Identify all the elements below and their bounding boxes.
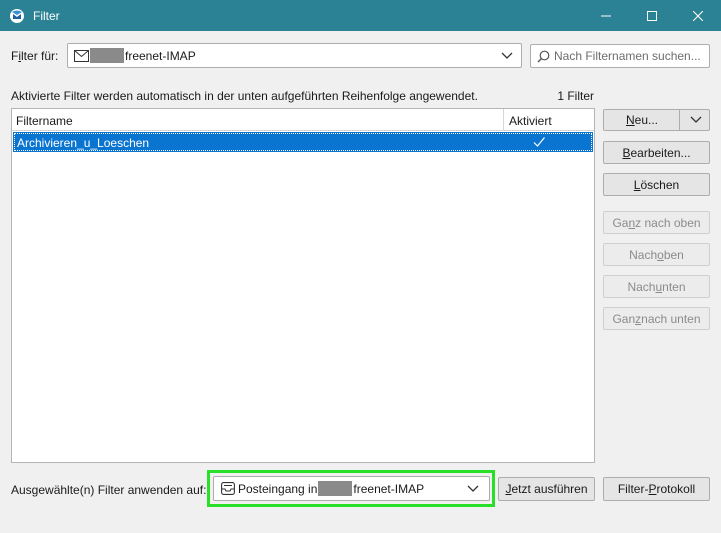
thunderbird-app-icon bbox=[9, 8, 25, 24]
up-label-pre: Nach bbox=[629, 247, 658, 262]
redacted-account-name bbox=[318, 481, 353, 496]
folder-name-suffix: freenet-IMAP bbox=[353, 481, 425, 496]
filter-list[interactable]: Filtername Aktiviert Archivieren_u_Loesc… bbox=[11, 108, 595, 463]
filter-list-header: Filtername Aktiviert bbox=[12, 109, 594, 131]
new-filter-label: Neu... bbox=[604, 113, 680, 127]
new-filter-dropdown-button[interactable] bbox=[681, 109, 710, 131]
new-label-rest: eu... bbox=[634, 113, 659, 127]
edit-filter-button[interactable]: Bearbeiten... bbox=[603, 141, 710, 164]
split-button-separator bbox=[679, 110, 680, 130]
filter-order-description: Aktivierte Filter werden automatisch in … bbox=[11, 89, 478, 103]
account-name: freenet-IMAP bbox=[125, 48, 196, 63]
move-to-top-button[interactable]: Ga n z nach oben bbox=[603, 211, 710, 234]
delete-label-rest: öschen bbox=[640, 177, 680, 192]
column-separator[interactable] bbox=[503, 109, 504, 131]
up-label-rest: ben bbox=[663, 247, 684, 262]
window-controls bbox=[583, 0, 721, 31]
redacted-account-name bbox=[90, 48, 124, 63]
inbox-icon bbox=[221, 482, 235, 495]
delete-accesskey: L bbox=[633, 177, 641, 192]
filter-count: 1 Filter bbox=[557, 89, 594, 103]
move-down-button[interactable]: Nach u nten bbox=[603, 275, 710, 298]
chevron-down-icon bbox=[501, 52, 513, 60]
down-label-rest: nten bbox=[662, 279, 686, 294]
log-label-rest: rotokoll bbox=[656, 482, 696, 496]
apply-to-label: Ausgewählte(n) Filter anwenden auf: bbox=[11, 483, 207, 497]
maximize-button[interactable] bbox=[629, 0, 675, 31]
top-accesskey: n bbox=[628, 215, 636, 230]
filter-for-label-suffix: lter für: bbox=[21, 49, 59, 63]
down-accesskey: u bbox=[655, 279, 663, 294]
filter-row[interactable]: Archivieren_u_Loeschen bbox=[13, 132, 593, 152]
bottom-label-rest: nach unten bbox=[641, 311, 701, 326]
search-input[interactable]: Nach Filternamen suchen... bbox=[554, 49, 701, 63]
apply-folder-select[interactable]: Posteingang in freenet-IMAP bbox=[213, 476, 490, 501]
filter-for-label: Filter für: bbox=[11, 49, 58, 63]
window-title: Filter bbox=[33, 8, 60, 23]
title-bar: Filter bbox=[0, 0, 721, 31]
run-now-button[interactable]: Jetzt ausführen bbox=[498, 477, 595, 501]
filter-search-box[interactable]: Nach Filternamen suchen... bbox=[530, 44, 710, 68]
new-accesskey: N bbox=[625, 113, 635, 127]
column-header-active[interactable]: Aktiviert bbox=[509, 114, 552, 128]
log-accesskey: P bbox=[648, 482, 657, 496]
up-accesskey: o bbox=[657, 247, 664, 262]
minimize-button[interactable] bbox=[583, 0, 629, 31]
bottom-label-pre: Gan bbox=[612, 311, 636, 326]
log-label-pre: Filter- bbox=[617, 482, 649, 496]
top-label-pre: Ga bbox=[612, 215, 629, 230]
account-select[interactable]: freenet-IMAP bbox=[67, 43, 522, 68]
filter-log-button[interactable]: Filter- Protokoll bbox=[603, 477, 710, 501]
down-label-pre: Nach bbox=[627, 279, 656, 294]
chevron-down-icon bbox=[467, 485, 479, 493]
chevron-down-icon bbox=[690, 116, 702, 124]
delete-filter-button[interactable]: Löschen bbox=[603, 173, 710, 196]
checkmark-icon[interactable] bbox=[532, 135, 546, 149]
move-to-bottom-button[interactable]: Gan z nach unten bbox=[603, 307, 710, 330]
edit-accesskey: B bbox=[622, 145, 631, 160]
filter-row-name: Archivieren_u_Loeschen bbox=[17, 136, 150, 150]
column-header-filtername[interactable]: Filtername bbox=[16, 114, 73, 128]
run-now-label-rest: etzt ausführen bbox=[511, 482, 588, 496]
top-label-rest: z nach oben bbox=[635, 215, 701, 230]
folder-name-prefix: Posteingang in bbox=[238, 481, 318, 496]
move-up-button[interactable]: Nach o ben bbox=[603, 243, 710, 266]
email-account-icon bbox=[74, 49, 89, 62]
edit-label-rest: earbeiten... bbox=[630, 145, 691, 160]
search-icon bbox=[537, 50, 550, 63]
close-button[interactable] bbox=[675, 0, 721, 31]
